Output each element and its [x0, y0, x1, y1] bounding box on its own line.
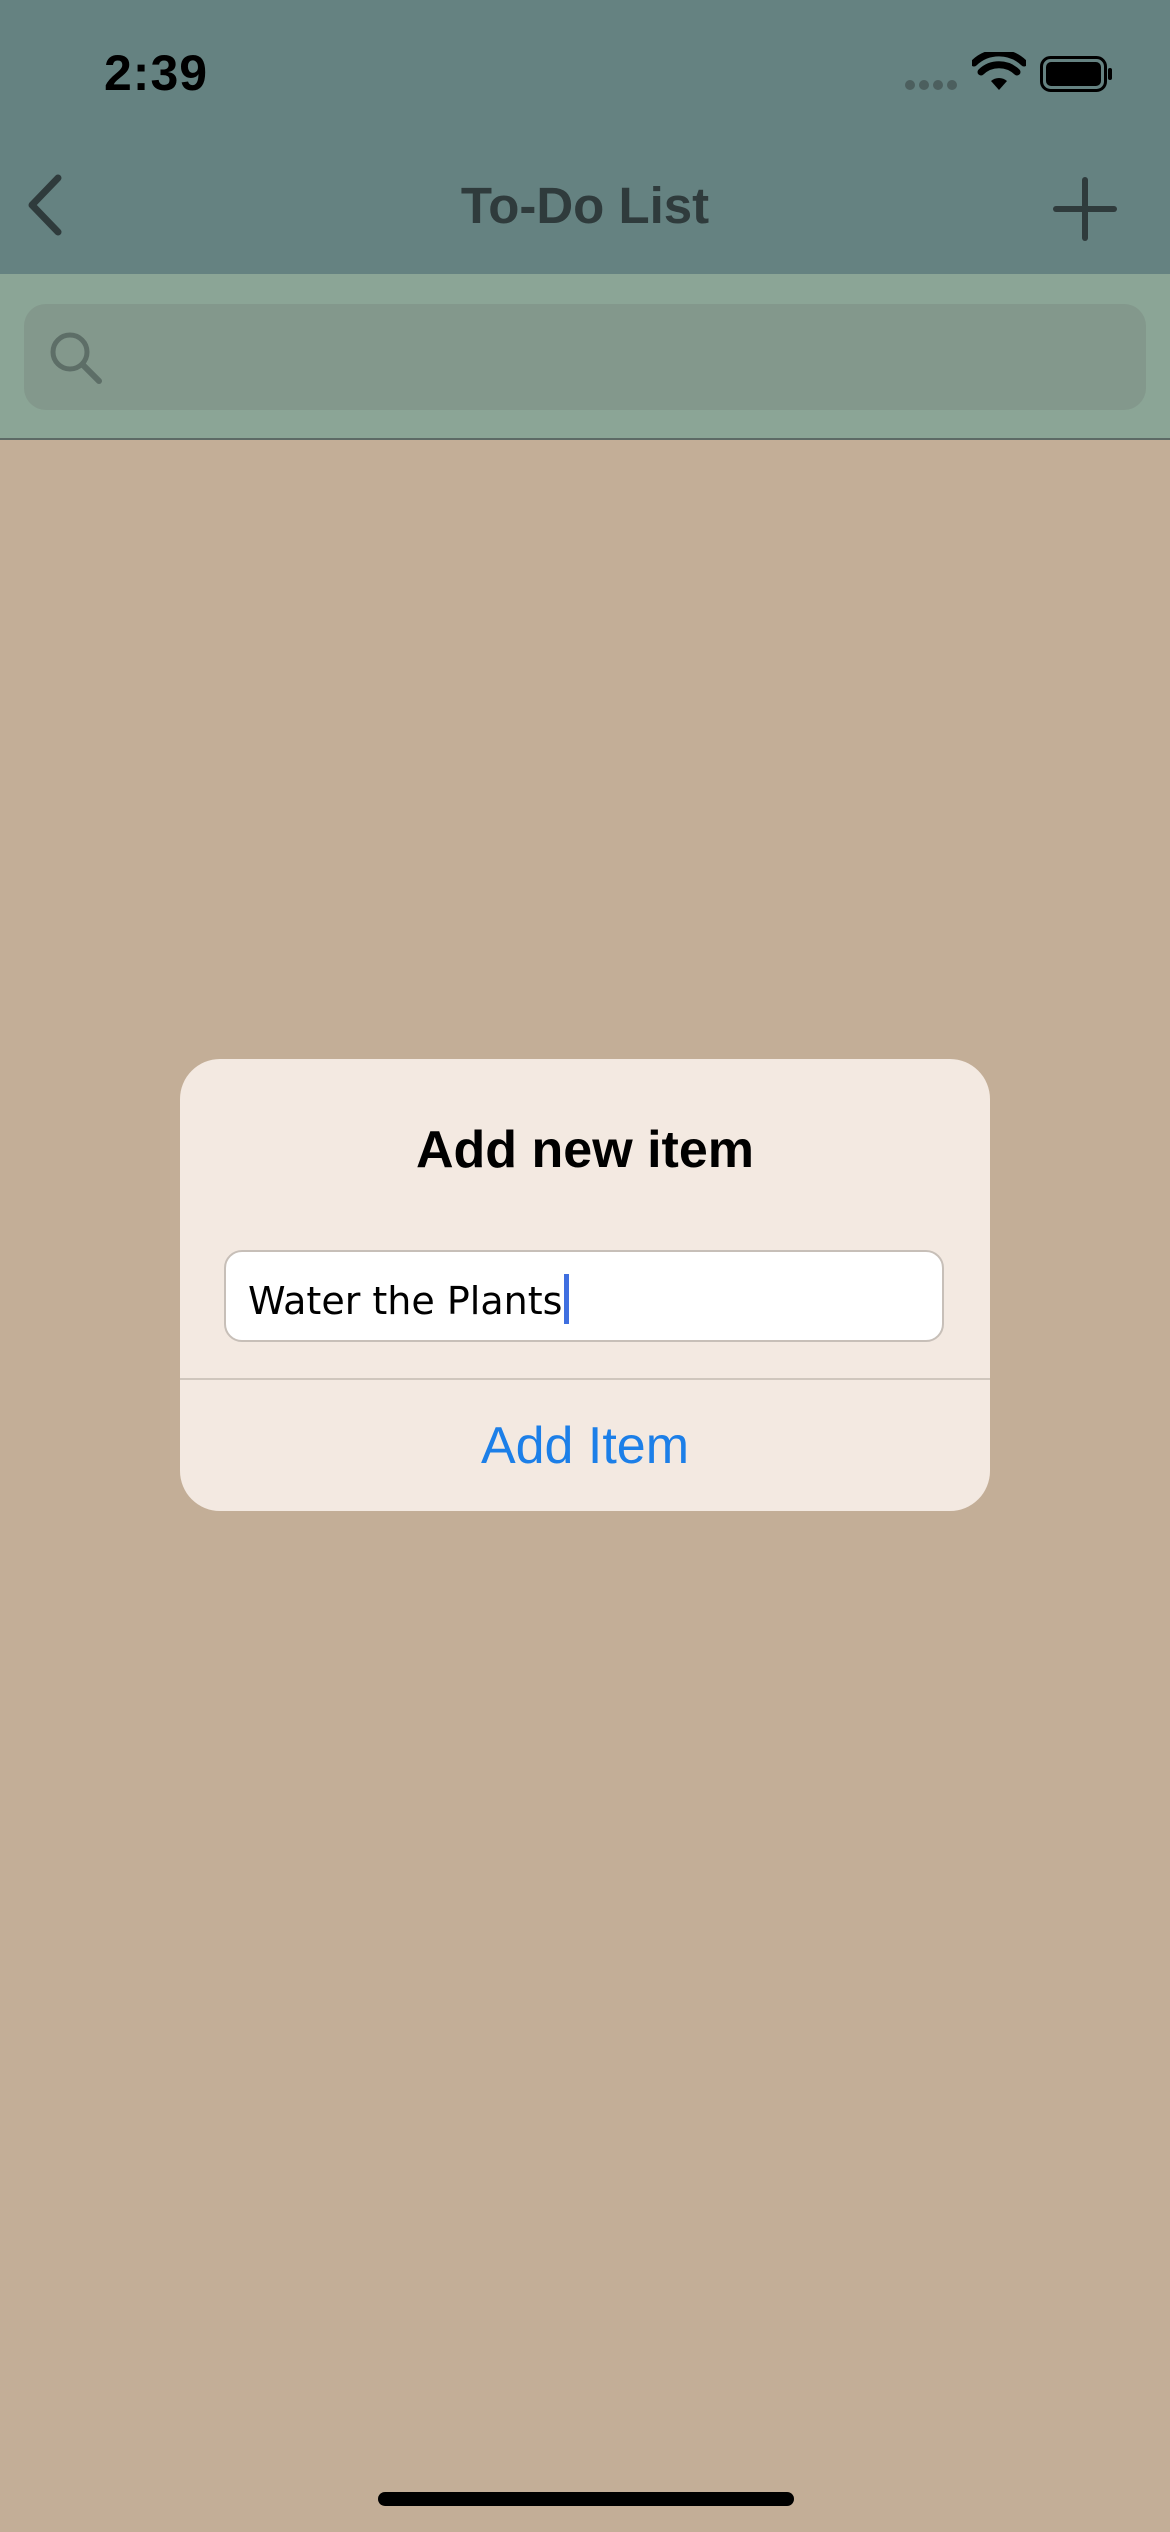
page-title: To-Do List [460, 177, 710, 234]
status-time: 2:39 [104, 45, 209, 101]
signal-dots-icon [905, 80, 959, 92]
search-bar [0, 274, 1170, 440]
add-item-dialog: Add new item Water the Plants Add Item [180, 1059, 990, 1511]
search-icon [50, 332, 102, 384]
add-item-button[interactable] [1052, 176, 1118, 242]
status-bar: 2:39 [0, 0, 1170, 140]
new-item-input[interactable]: Water the Plants [224, 1250, 944, 1342]
header-area: 2:39 To-Do List [0, 0, 1170, 274]
add-item-action-button[interactable]: Add Item [180, 1380, 990, 1511]
text-caret [564, 1274, 570, 1324]
home-indicator[interactable] [378, 2492, 794, 2506]
search-field[interactable] [24, 304, 1146, 412]
dialog-title: Add new item [415, 1121, 755, 1179]
wifi-icon [972, 52, 1026, 90]
battery-icon [1040, 56, 1112, 92]
new-item-input-value: Water the Plants [248, 1279, 563, 1323]
navigation-bar: To-Do List [0, 140, 1170, 274]
search-input[interactable] [124, 304, 1128, 412]
